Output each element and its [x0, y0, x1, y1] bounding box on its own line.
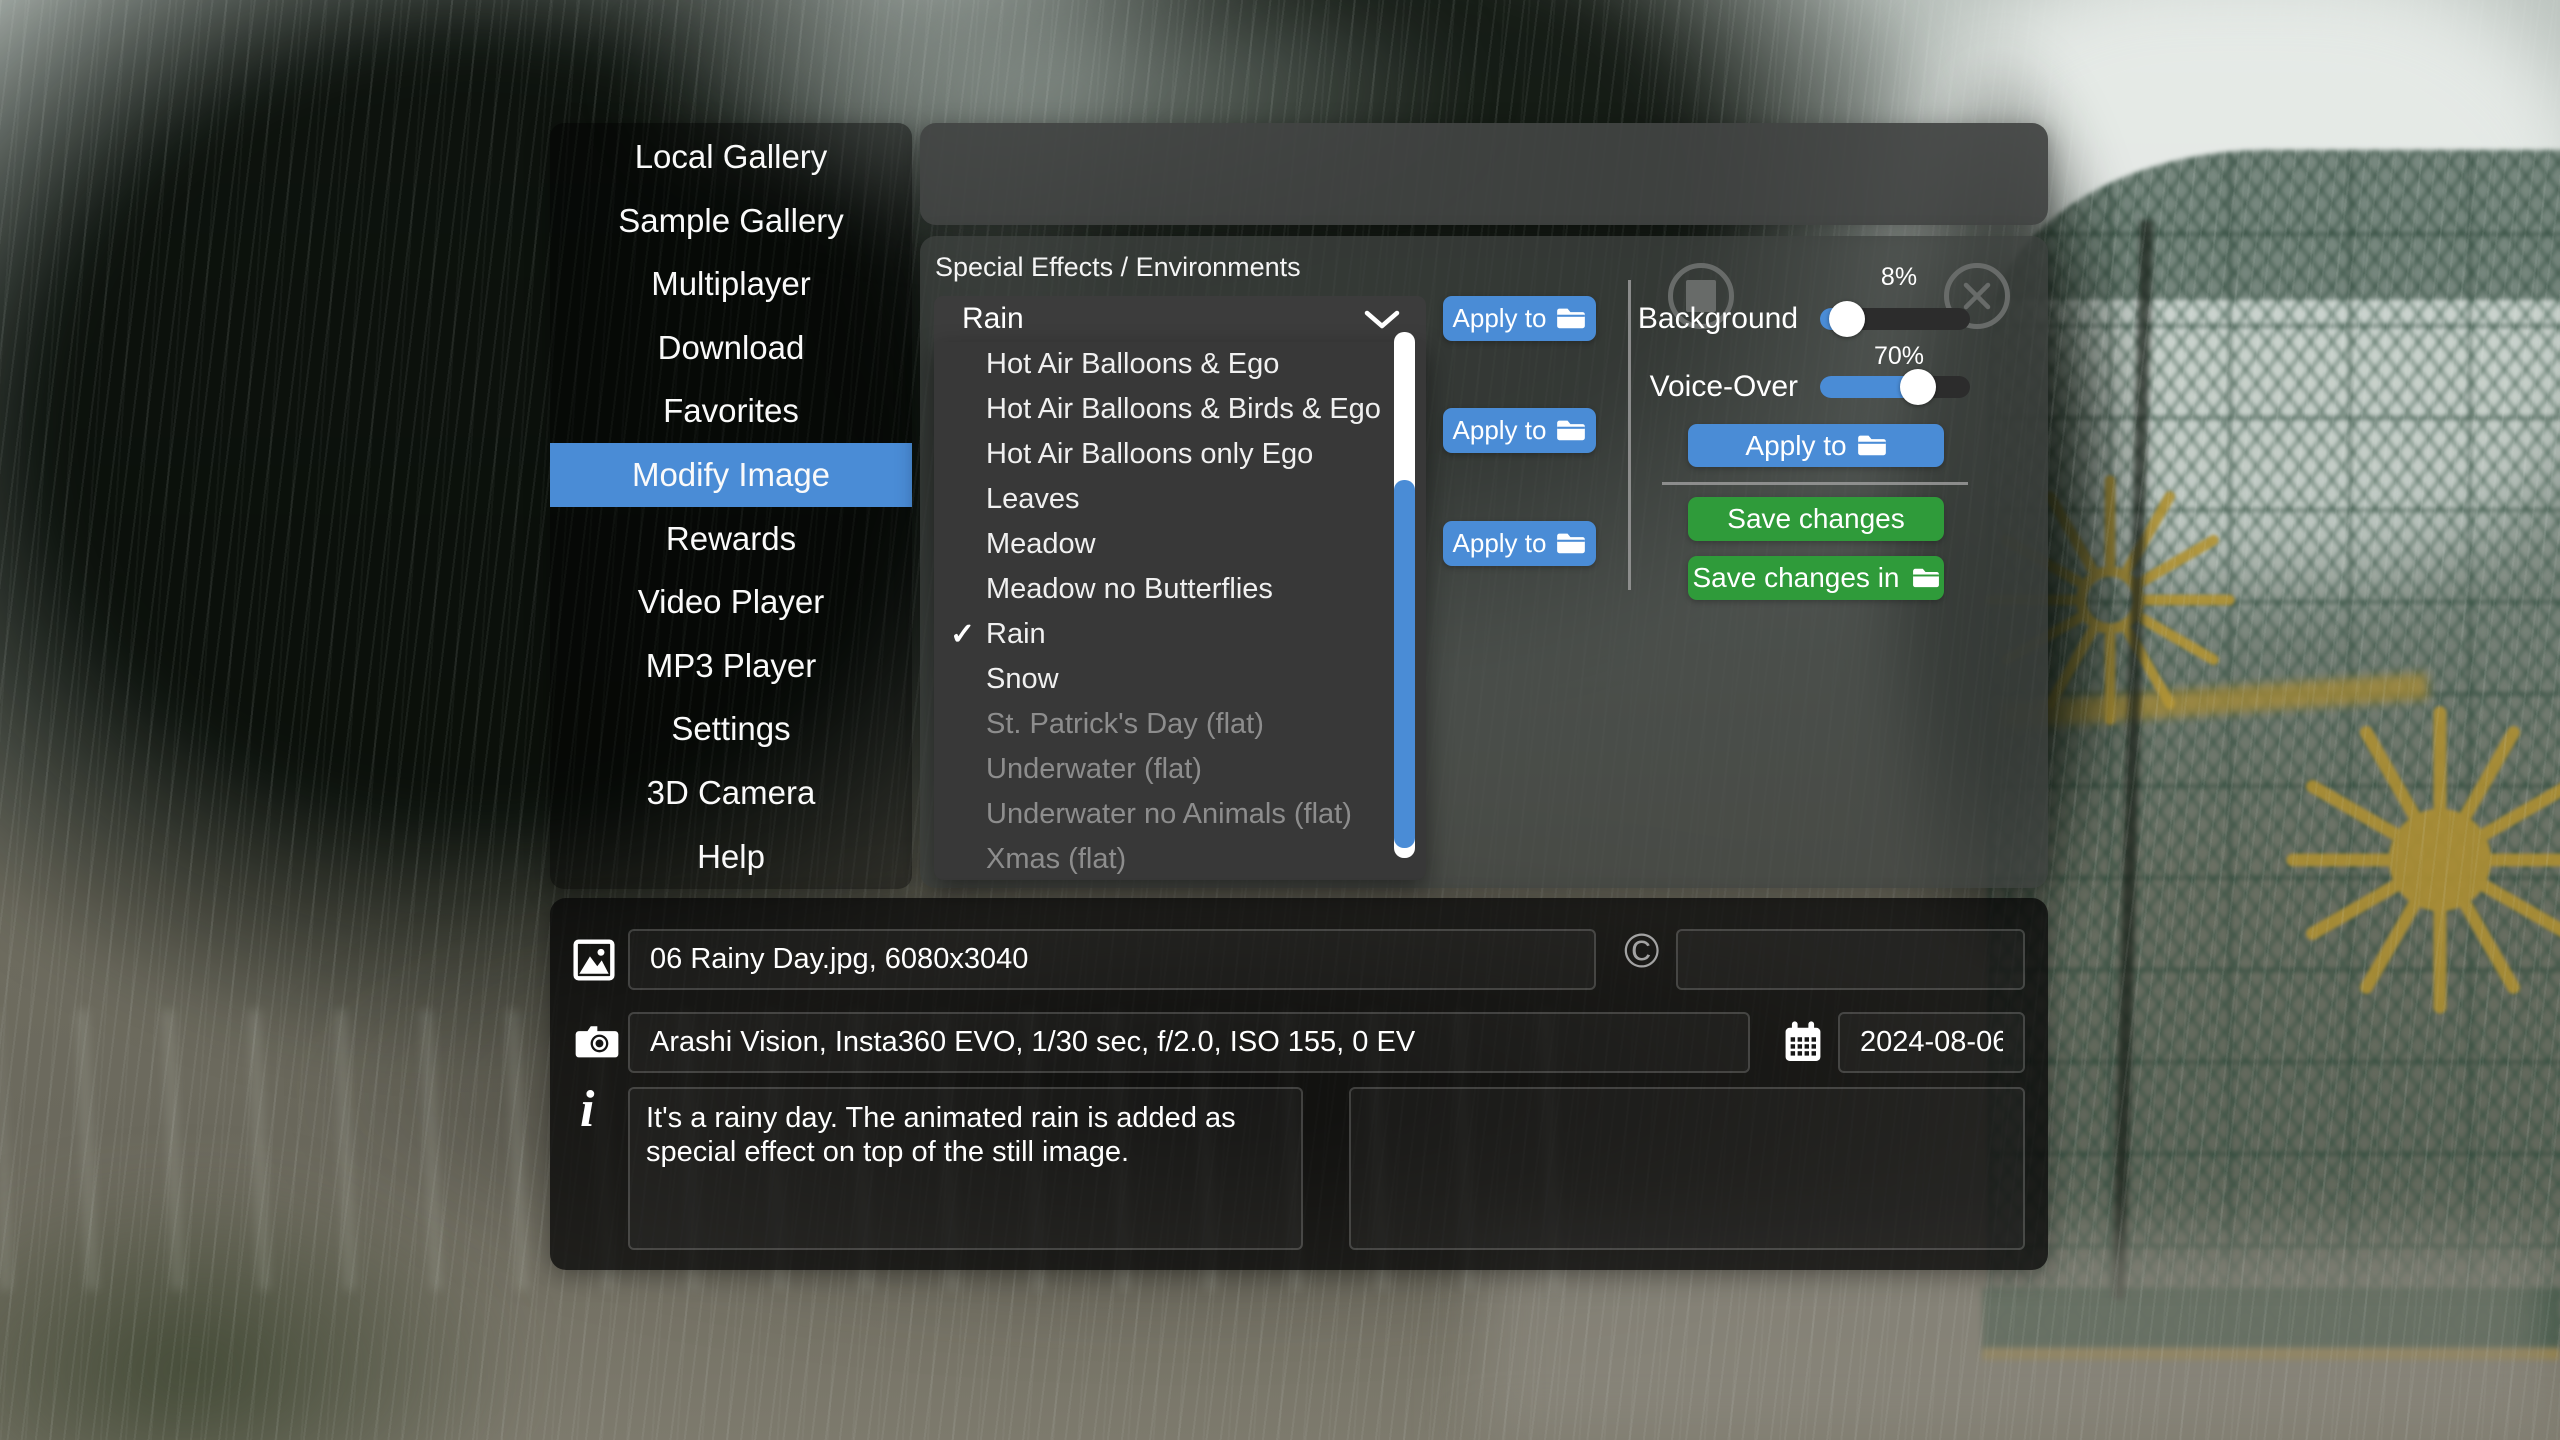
camera-info-input[interactable]: [628, 1012, 1750, 1073]
effects-option-list: Hot Air Balloons & Ego Hot Air Balloons &…: [934, 342, 1426, 880]
effects-panel-title: Special Effects / Environments: [935, 252, 1301, 283]
option-label: Underwater no Animals (flat): [986, 798, 1352, 831]
folder-icon: [1556, 532, 1586, 556]
calendar-icon: [1784, 1019, 1822, 1065]
option-label: St. Patrick's Day (flat): [986, 708, 1264, 741]
gravel-path: [1480, 1240, 2560, 1440]
sidebar-item-video-player[interactable]: Video Player: [550, 570, 912, 634]
apply-to-label: Apply to: [1453, 415, 1547, 446]
sidebar-item-settings[interactable]: Settings: [550, 697, 912, 761]
sidebar-item-help[interactable]: Help: [550, 825, 912, 889]
sidebar-item-download[interactable]: Download: [550, 316, 912, 380]
effects-select-value: Rain: [962, 302, 1024, 336]
apply-to-label: Apply to: [1745, 430, 1846, 462]
option-st-patrick-s-day-flat: St. Patrick's Day (flat): [934, 702, 1426, 747]
date-input[interactable]: [1838, 1012, 2025, 1073]
option-label: Hot Air Balloons & Ego: [986, 348, 1279, 381]
option-label: Rain: [986, 618, 1046, 651]
top-toolbar: [920, 123, 2048, 225]
voiceover-slider-thumb[interactable]: [1900, 369, 1936, 405]
scrollbar-thumb[interactable]: [1394, 480, 1415, 848]
option-hot-air-balloons-birds-ego[interactable]: Hot Air Balloons & Birds & Ego: [934, 387, 1426, 432]
option-label: Meadow no Butterflies: [986, 573, 1273, 606]
sidebar-item-sample-gallery[interactable]: Sample Gallery: [550, 189, 912, 253]
voiceover-slider-track[interactable]: [1820, 376, 1970, 398]
option-meadow[interactable]: Meadow: [934, 522, 1426, 567]
sidebar-item-rewards[interactable]: Rewards: [550, 507, 912, 571]
notes-textarea[interactable]: [1349, 1087, 2025, 1250]
save-changes-in-label: Save changes in: [1692, 562, 1899, 594]
option-underwater-no-animals-flat: Underwater no Animals (flat): [934, 792, 1426, 837]
background-slider-track[interactable]: [1820, 308, 1970, 330]
horizontal-divider: [1662, 482, 1968, 485]
apply-to-label: Apply to: [1453, 528, 1547, 559]
sidebar-item-3d-camera[interactable]: 3D Camera: [550, 761, 912, 825]
voiceover-slider-label: Voice-Over: [1540, 370, 1798, 404]
option-xmas-flat: Xmas (flat): [934, 837, 1426, 880]
sidebar-item-multiplayer[interactable]: Multiplayer: [550, 252, 912, 316]
filename-input[interactable]: [628, 929, 1596, 990]
apply-to-wide-button[interactable]: Apply to: [1688, 424, 1944, 467]
folder-icon: [1857, 434, 1887, 458]
save-changes-label: Save changes: [1727, 503, 1904, 535]
description-textarea[interactable]: It's a rainy day. The animated rain is a…: [628, 1087, 1303, 1250]
image-icon: [572, 938, 616, 982]
apply-to-button-2[interactable]: Apply to: [1443, 408, 1596, 453]
option-label: Xmas (flat): [986, 843, 1126, 876]
option-label: Hot Air Balloons & Birds & Ego: [986, 393, 1381, 426]
option-leaves[interactable]: Leaves: [934, 477, 1426, 522]
option-snow[interactable]: Snow: [934, 657, 1426, 702]
background-slider-value: 8%: [1839, 263, 1959, 292]
copyright-input[interactable]: [1676, 929, 2025, 990]
info-icon: i: [580, 1084, 594, 1136]
apply-to-label: Apply to: [1453, 303, 1547, 334]
save-changes-in-button[interactable]: Save changes in: [1688, 556, 1944, 600]
sidebar-item-local-gallery[interactable]: Local Gallery: [550, 125, 912, 189]
voiceover-slider-value: 70%: [1839, 342, 1959, 371]
folder-icon: [1912, 567, 1940, 590]
sidebar-item-favorites[interactable]: Favorites: [550, 379, 912, 443]
option-rain[interactable]: ✓Rain: [934, 612, 1426, 657]
camera-icon: [574, 1022, 620, 1060]
apply-to-button-3[interactable]: Apply to: [1443, 521, 1596, 566]
option-hot-air-balloons-only-ego[interactable]: Hot Air Balloons only Ego: [934, 432, 1426, 477]
option-underwater-flat: Underwater (flat): [934, 747, 1426, 792]
sidebar-item-modify-image[interactable]: Modify Image: [550, 443, 912, 507]
gold-sunburst-icon: [2280, 700, 2560, 1020]
check-icon: ✓: [950, 617, 986, 652]
option-label: Leaves: [986, 483, 1080, 516]
chevron-down-icon: [1364, 310, 1400, 330]
background-slider-label: Background: [1540, 302, 1798, 336]
option-label: Hot Air Balloons only Ego: [986, 438, 1313, 471]
option-label: Snow: [986, 663, 1059, 696]
copyright-icon: ©: [1624, 928, 1659, 976]
app-window: Local GallerySample GalleryMultiplayerDo…: [0, 0, 2560, 1440]
folder-icon: [1556, 419, 1586, 443]
option-label: Meadow: [986, 528, 1096, 561]
save-changes-button[interactable]: Save changes: [1688, 497, 1944, 541]
sidebar-item-mp3-player[interactable]: MP3 Player: [550, 634, 912, 698]
effects-select[interactable]: Rain: [934, 296, 1426, 342]
sidebar-menu: Local GallerySample GalleryMultiplayerDo…: [550, 123, 912, 889]
option-hot-air-balloons-ego[interactable]: Hot Air Balloons & Ego: [934, 342, 1426, 387]
background-slider-thumb[interactable]: [1829, 301, 1865, 337]
option-meadow-no-butterflies[interactable]: Meadow no Butterflies: [934, 567, 1426, 612]
option-label: Underwater (flat): [986, 753, 1202, 786]
